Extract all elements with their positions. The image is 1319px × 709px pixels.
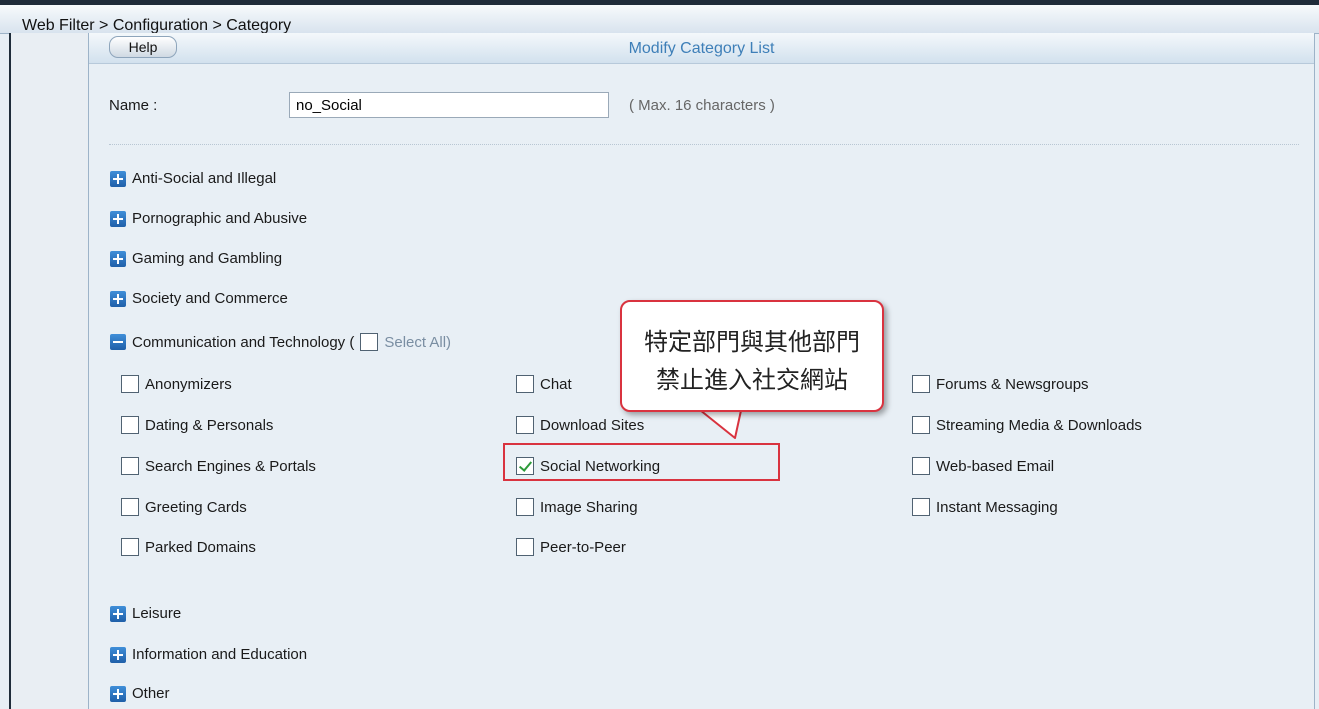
category-checkbox[interactable] [516, 538, 534, 556]
expand-icon[interactable] [110, 170, 126, 187]
social-networking-checkbox[interactable] [516, 457, 534, 475]
name-hint: ( Max. 16 characters ) [629, 96, 775, 114]
callout-line-1: 特定部門與其他部門 [644, 328, 860, 356]
category-item[interactable]: Streaming Media & Downloads [912, 416, 1142, 434]
category-checkbox[interactable] [121, 416, 139, 434]
panel-title: Modify Category List [628, 40, 775, 57]
category-checkbox[interactable] [516, 375, 534, 393]
category-label: Anonymizers [145, 375, 232, 393]
group-label: Leisure [132, 605, 182, 622]
category-label: Web-based Email [936, 457, 1055, 475]
category-item[interactable]: Anonymizers [121, 375, 232, 393]
category-label: Social Networking [540, 457, 661, 475]
expand-icon[interactable] [110, 685, 126, 702]
group-label: Information and Education [132, 646, 308, 663]
annotation-callout: 特定部門與其他部門 禁止進入社交網站 [620, 300, 884, 412]
callout-line-2: 禁止進入社交網站 [656, 366, 848, 394]
name-hint-row: ( Max. 16 characters ) [629, 95, 775, 115]
category-item[interactable]: Forums & Newsgroups [912, 375, 1089, 393]
category-label: Instant Messaging [936, 498, 1058, 516]
category-item[interactable]: Parked Domains [121, 538, 256, 556]
group-anti-social[interactable]: Anti-Social and Illegal [110, 170, 276, 187]
category-checkbox[interactable] [516, 416, 534, 434]
category-checkbox[interactable] [121, 457, 139, 475]
category-item-social-networking[interactable]: Social Networking [516, 457, 660, 475]
category-item[interactable]: Peer-to-Peer [516, 538, 626, 556]
expand-icon[interactable] [110, 646, 126, 663]
category-checkbox[interactable] [912, 498, 930, 516]
category-label: Search Engines & Portals [145, 457, 316, 475]
collapse-icon[interactable] [110, 334, 126, 350]
group-society[interactable]: Society and Commerce [110, 290, 288, 307]
group-information[interactable]: Information and Education [110, 646, 307, 663]
group-other[interactable]: Other [110, 685, 170, 702]
category-item[interactable]: Greeting Cards [121, 498, 247, 516]
group-gaming[interactable]: Gaming and Gambling [110, 250, 282, 267]
category-checkbox[interactable] [121, 498, 139, 516]
group-label: Gaming and Gambling [132, 250, 283, 267]
category-checkbox[interactable] [912, 457, 930, 475]
category-item[interactable]: Search Engines & Portals [121, 457, 316, 475]
category-label: Greeting Cards [145, 498, 247, 516]
group-pornographic[interactable]: Pornographic and Abusive [110, 210, 307, 227]
expand-icon[interactable] [110, 210, 126, 227]
select-all-checkbox[interactable] [360, 333, 379, 351]
category-checkbox[interactable] [121, 375, 139, 393]
category-item[interactable]: Web-based Email [912, 457, 1054, 475]
divider [109, 144, 1299, 145]
category-label: Dating & Personals [145, 416, 274, 434]
expand-icon[interactable] [110, 250, 126, 267]
category-checkbox[interactable] [121, 538, 139, 556]
category-checkbox[interactable] [912, 375, 930, 393]
category-item[interactable]: Instant Messaging [912, 498, 1058, 516]
category-label: Streaming Media & Downloads [936, 416, 1142, 434]
group-label: Anti-Social and Illegal [132, 170, 277, 187]
name-row: Name : [109, 95, 157, 115]
select-all-label: Select All) [384, 333, 452, 351]
group-label: Pornographic and Abusive [132, 210, 308, 227]
category-label: Forums & Newsgroups [936, 375, 1089, 393]
category-label: Download Sites [540, 416, 645, 434]
category-label: Parked Domains [145, 538, 256, 556]
title-bar: Web Filter > Configuration > Category [0, 5, 1319, 34]
group-label: Society and Commerce [132, 290, 288, 307]
category-label: Chat [540, 375, 572, 393]
panel-header: Help Modify Category List [89, 33, 1314, 64]
expand-icon[interactable] [110, 605, 126, 622]
group-communication[interactable]: Communication and Technology ( Select Al… [110, 333, 451, 351]
category-item[interactable]: Chat [516, 375, 572, 393]
group-label: Other [132, 685, 170, 702]
category-item[interactable]: Image Sharing [516, 498, 638, 516]
group-label: Communication and Technology ( [132, 333, 355, 351]
group-leisure[interactable]: Leisure [110, 605, 181, 622]
category-item[interactable]: Download Sites [516, 416, 644, 434]
category-checkbox[interactable] [516, 498, 534, 516]
category-checkbox[interactable] [912, 416, 930, 434]
category-label: Peer-to-Peer [540, 538, 626, 556]
left-pane [11, 33, 88, 709]
name-label: Name : [109, 96, 158, 114]
expand-icon[interactable] [110, 290, 126, 307]
category-item[interactable]: Dating & Personals [121, 416, 273, 434]
category-label: Image Sharing [540, 498, 638, 516]
name-input[interactable] [289, 92, 609, 118]
